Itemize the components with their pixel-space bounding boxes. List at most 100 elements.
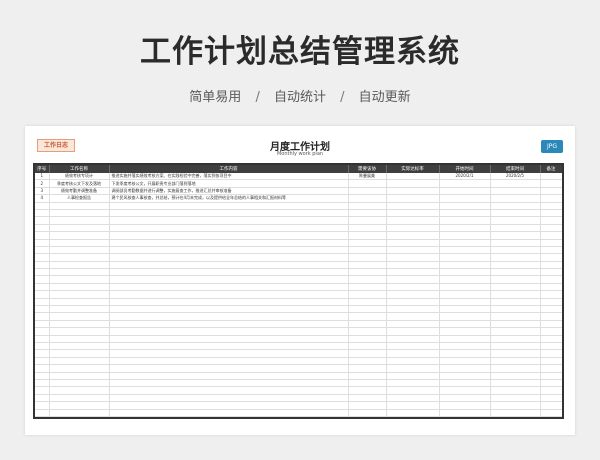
table-cell: [348, 179, 387, 188]
table-cell: [386, 335, 440, 344]
table-cell: 陈曼展美: [348, 173, 387, 181]
table-cell: [540, 246, 562, 255]
table-cell: [490, 364, 541, 373]
table-cell: [540, 187, 562, 196]
table-row-empty: [35, 305, 562, 314]
table-cell: [439, 409, 491, 417]
table-cell: [109, 275, 349, 284]
table-cell: [35, 372, 50, 380]
table-cell: [386, 179, 440, 188]
file-type-badge: JPG: [541, 140, 563, 153]
table-cell: [109, 224, 349, 233]
table-cell: [49, 320, 110, 329]
table-cell: [49, 335, 110, 344]
table-cell: [109, 268, 349, 277]
table-cell: [540, 231, 562, 240]
table-cell: [490, 327, 541, 336]
table-cell: [439, 187, 491, 196]
table-cell: [490, 179, 541, 188]
table-cell: [490, 357, 541, 366]
table-cell: [348, 253, 387, 262]
table-cell: [348, 261, 387, 270]
col-header-task-content: 工作内容: [109, 165, 349, 173]
table-row-empty: [35, 401, 562, 410]
table-cell: [49, 283, 110, 292]
table-cell: [439, 298, 491, 307]
table-cell: [109, 401, 349, 410]
table-cell: [35, 357, 50, 366]
table-cell: [439, 239, 491, 247]
table-cell: [386, 416, 440, 417]
table-cell: [35, 231, 50, 240]
col-header-achievement: 实际达标率: [386, 165, 440, 173]
table-cell: [109, 357, 349, 366]
table-cell: [540, 327, 562, 336]
table-cell: [439, 394, 491, 403]
table-cell: [109, 283, 349, 292]
col-header-notes: 备注: [540, 165, 562, 173]
table-cell: [386, 202, 440, 210]
table-cell: [439, 283, 491, 292]
table-cell: [35, 312, 50, 321]
table-cell: 2: [35, 179, 50, 188]
table-cell: [540, 416, 562, 417]
table-row-empty: [35, 283, 562, 292]
table-cell: 建个民风核查人事核查，并总结，预计在4月末完成，以及提供给全年总结的人事相关和汇…: [109, 194, 349, 203]
table-cell: [540, 409, 562, 417]
table-row-empty: [35, 386, 562, 395]
table-row-empty: [35, 357, 562, 366]
table-row-empty: [35, 335, 562, 344]
feature-auto-update: 自动更新: [358, 90, 411, 105]
table-cell: [35, 416, 50, 417]
table-row-empty: [35, 327, 562, 336]
table-cell: [439, 416, 491, 417]
table-cell: [490, 379, 541, 388]
table-cell: 人事检查报告: [49, 194, 110, 203]
table-cell: [490, 305, 541, 314]
table-cell: [109, 305, 349, 314]
table-cell: [540, 283, 562, 292]
table-cell: [49, 342, 110, 351]
table-row: 3 绩效考勤并调整准备 调阅部员考勤数据并进行调整，实施复查工作，推进汇总并审核准备: [35, 187, 562, 196]
col-header-task-name: 工作名称: [49, 165, 110, 173]
table-cell: [109, 231, 349, 240]
table-cell: [386, 253, 440, 262]
table-cell: [109, 372, 349, 380]
table-cell: [386, 209, 440, 218]
table-cell: [35, 401, 50, 410]
table-cell: [439, 231, 491, 240]
table-cell: [386, 401, 440, 410]
table-cell: [348, 342, 387, 351]
table-cell: [49, 290, 110, 299]
sheet-subtitle: Monthly work plan: [276, 151, 324, 157]
table-cell: [49, 364, 110, 373]
table-row-empty: [35, 364, 562, 373]
table-cell: [49, 239, 110, 247]
table-cell: [490, 253, 541, 262]
table-cell: [386, 187, 440, 196]
table-cell: [348, 379, 387, 388]
table-cell: [35, 202, 50, 210]
table-cell: [109, 216, 349, 225]
table-cell: [490, 394, 541, 403]
table-cell: [386, 194, 440, 203]
table-cell: [386, 224, 440, 233]
table-cell: [386, 364, 440, 373]
table-cell: [439, 261, 491, 270]
feature-list: 简单易用 / 自动统计 / 自动更新: [0, 86, 600, 105]
table-cell: [490, 335, 541, 344]
table-cell: [540, 342, 562, 351]
table-cell: [540, 173, 562, 181]
table-cell: [490, 320, 541, 329]
table-cell: [490, 275, 541, 284]
table-cell: [348, 357, 387, 366]
table-row-empty: [35, 216, 562, 225]
table-row-empty: [35, 416, 562, 417]
table-cell: [386, 246, 440, 255]
table-cell: [109, 239, 349, 247]
table-cell: [439, 364, 491, 373]
table-cell: [386, 173, 440, 181]
table-cell: [540, 268, 562, 277]
table-cell: [49, 298, 110, 307]
table-row-empty: [35, 372, 562, 380]
